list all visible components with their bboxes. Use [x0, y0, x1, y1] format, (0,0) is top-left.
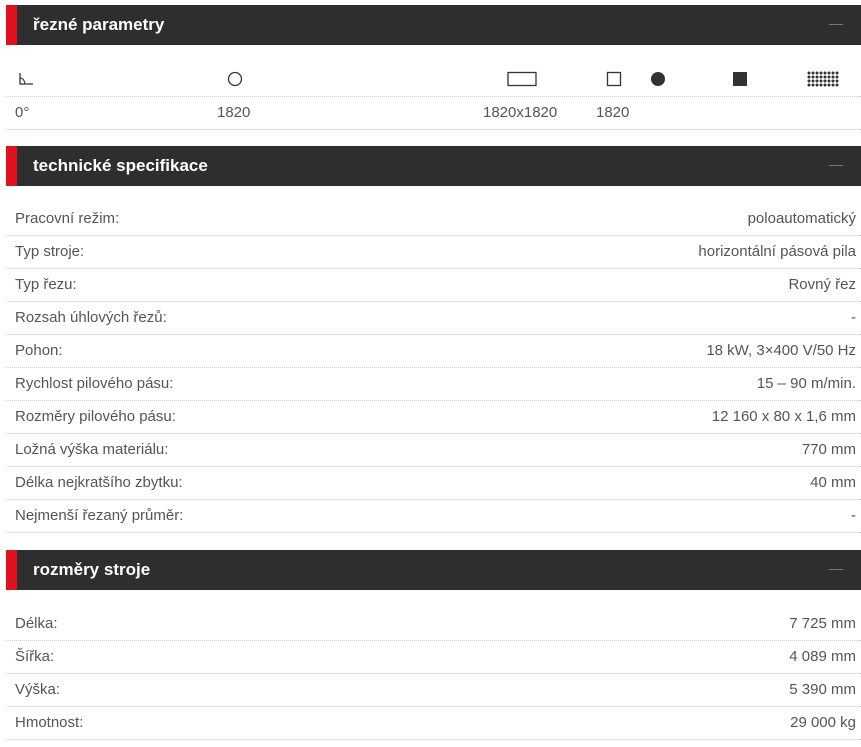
section-title-tech: technické specifikace [33, 156, 208, 175]
cutting-value-square: 1820 [596, 104, 630, 121]
spec-value: 29 000 kg [790, 714, 856, 731]
round-bar-icon [225, 62, 245, 96]
tech-spec-row: Pohon: 18 kW, 3×400 V/50 Hz [6, 335, 861, 368]
tech-spec-row: Rozměry pilového pásu: 12 160 x 80 x 1,6 … [6, 401, 861, 434]
dimension-row: Hmotnost: 29 000 kg [6, 707, 861, 740]
tech-spec-row: Rozsah úhlových řezů: - [6, 302, 861, 335]
spec-value: 12 160 x 80 x 1,6 mm [711, 408, 856, 425]
square-bar-icon [604, 62, 624, 96]
spec-value: 15 – 90 m/min. [756, 375, 856, 392]
dimension-row: Výška: 5 390 mm [6, 674, 861, 707]
dimension-row: Délka: 7 725 mm [6, 608, 861, 641]
cutting-values-row: 0° 1820 1820x1820 1820 [6, 97, 861, 129]
spec-value: - [851, 507, 856, 524]
spec-label: Délka nejkratšího zbytku: [15, 474, 183, 491]
spec-value: - [851, 309, 856, 326]
spec-label: Ložná výška materiálu: [15, 441, 169, 458]
spec-label: Nejmenší řezaný průměr: [15, 507, 184, 524]
spec-label: Rozsah úhlových řezů: [15, 309, 167, 326]
spec-value: Rovný řez [788, 276, 856, 293]
tech-spec-row: Ložná výška materiálu: 770 mm [6, 434, 861, 467]
spec-value: horizontální pásová pila [698, 243, 856, 260]
header-accent-bar [6, 5, 17, 45]
tech-spec-row: Typ řezu: Rovný řez [6, 269, 861, 302]
header-accent-bar [6, 550, 17, 590]
tech-spec-row: Rychlost pilového pásu: 15 – 90 m/min. [6, 368, 861, 401]
cutting-value-angle: 0° [15, 104, 30, 121]
tech-specs-header[interactable]: technické specifikace [6, 146, 861, 186]
spec-label: Hmotnost: [15, 714, 84, 731]
spec-label: Pracovní režim: [15, 210, 120, 227]
header-accent-bar [6, 146, 17, 186]
spec-value: 18 kW, 3×400 V/50 Hz [706, 342, 856, 359]
spec-label: Rychlost pilového pásu: [15, 375, 174, 392]
machine-dimensions-header[interactable]: rozměry stroje [6, 550, 861, 590]
collapse-icon[interactable] [829, 24, 843, 25]
spec-label: Rozměry pilového pásu: [15, 408, 176, 425]
tech-spec-row: Nejmenší řezaný průměr: - [6, 500, 861, 533]
section-title-cutting: řezné parametry [33, 15, 165, 34]
divider [6, 129, 861, 130]
cutting-value-rectangle: 1820x1820 [483, 104, 558, 121]
bundle-icon [806, 62, 840, 96]
spec-value: 5 390 mm [789, 681, 856, 698]
spec-value: 40 mm [810, 474, 856, 491]
spec-value: 770 mm [801, 441, 856, 458]
spec-label: Typ stroje: [15, 243, 85, 260]
collapse-icon[interactable] [829, 569, 843, 570]
spec-value: 4 089 mm [789, 648, 856, 665]
tech-spec-row: Délka nejkratšího zbytku: 40 mm [6, 467, 861, 500]
cutting-icons-row [6, 62, 861, 96]
spec-value: poloautomatický [747, 210, 856, 227]
dimension-row: Šířka: 4 089 mm [6, 641, 861, 674]
spec-label: Délka: [15, 615, 58, 632]
angle-icon [16, 62, 36, 96]
rectangle-bar-icon [505, 62, 539, 96]
tech-spec-row: Typ stroje: horizontální pásová pila [6, 236, 861, 269]
spec-label: Šířka: [15, 648, 55, 665]
collapse-icon[interactable] [829, 165, 843, 166]
filled-round-bar-icon [648, 62, 668, 96]
cutting-params-header[interactable]: řezné parametry [6, 5, 861, 45]
spec-label: Výška: [15, 681, 61, 698]
spec-value: 7 725 mm [789, 615, 856, 632]
spec-label: Typ řezu: [15, 276, 77, 293]
tech-spec-row: Pracovní režim: poloautomatický [6, 203, 861, 236]
filled-square-bar-icon [730, 62, 750, 96]
cutting-value-round: 1820 [217, 104, 251, 121]
spec-label: Pohon: [15, 342, 63, 359]
section-title-dims: rozměry stroje [33, 560, 151, 579]
